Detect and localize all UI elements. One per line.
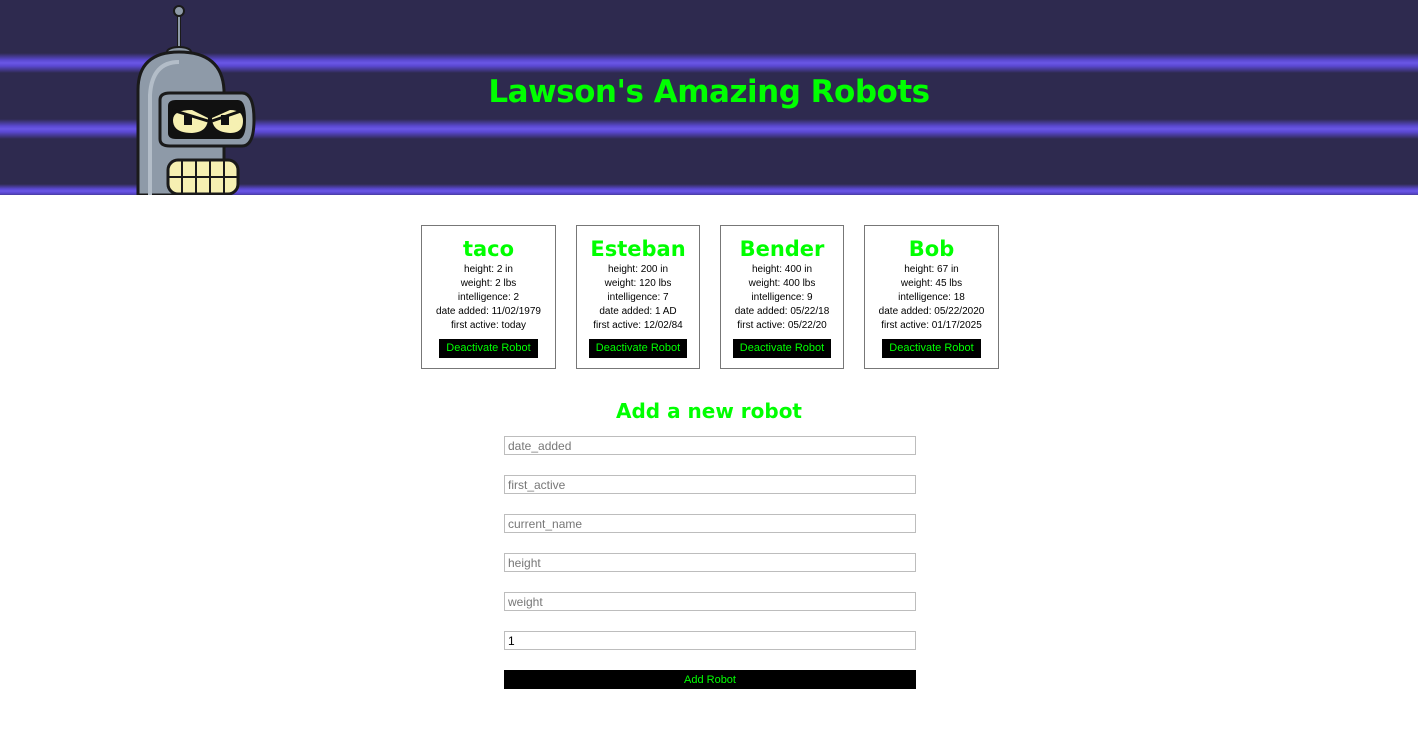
- page-title: Lawson's Amazing Robots: [488, 74, 930, 110]
- deactivate-robot-button[interactable]: Deactivate Robot: [882, 339, 981, 358]
- weight-input[interactable]: [504, 592, 916, 611]
- robot-name: Bob: [908, 237, 955, 261]
- robot-name: taco: [462, 237, 515, 261]
- deactivate-robot-button[interactable]: Deactivate Robot: [439, 339, 538, 358]
- robot-weight: weight: 45 lbs: [900, 278, 963, 289]
- robot-intelligence: intelligence: 7: [607, 292, 669, 303]
- date-added-input[interactable]: [504, 436, 916, 455]
- robot-height: height: 2 in: [464, 264, 513, 275]
- robot-intelligence: intelligence: 9: [751, 292, 813, 303]
- robot-weight: weight: 120 lbs: [604, 278, 672, 289]
- deactivate-robot-button[interactable]: Deactivate Robot: [732, 339, 832, 358]
- robot-date-added: date added: 05/22/18: [734, 306, 830, 317]
- first-active-input[interactable]: [504, 475, 916, 494]
- robot-first-active: first active: 01/17/2025: [881, 320, 982, 331]
- robot-card: Bender height: 400 in weight: 400 lbs in…: [720, 225, 844, 369]
- robot-first-active: first active: 05/22/20: [737, 320, 827, 331]
- robot-weight: weight: 400 lbs: [748, 278, 816, 289]
- add-robot-button[interactable]: Add Robot: [504, 670, 916, 689]
- robot-name: Bender: [739, 237, 825, 261]
- add-robot-title: Add a new robot: [616, 399, 802, 423]
- robot-first-active: first active: today: [450, 320, 527, 331]
- robot-card-list: taco height: 2 in weight: 2 lbs intellig…: [421, 225, 999, 369]
- height-input[interactable]: [504, 553, 916, 572]
- robot-card: Bob height: 67 in weight: 45 lbs intelli…: [864, 225, 999, 369]
- robot-intelligence: intelligence: 18: [898, 292, 965, 303]
- robot-date-added: date added: 05/22/2020: [878, 306, 985, 317]
- robot-first-active: first active: 12/02/84: [593, 320, 683, 331]
- robot-height: height: 200 in: [607, 264, 669, 275]
- robot-date-added: date added: 1 AD: [599, 306, 677, 317]
- robot-card: Esteban height: 200 in weight: 120 lbs i…: [576, 225, 700, 369]
- robot-card: taco height: 2 in weight: 2 lbs intellig…: [421, 225, 556, 369]
- robot-name: Esteban: [590, 237, 686, 261]
- robot-height: height: 67 in: [904, 264, 959, 275]
- deactivate-robot-button[interactable]: Deactivate Robot: [588, 339, 688, 358]
- current-name-input[interactable]: [504, 514, 916, 533]
- robot-intelligence: intelligence: 2: [457, 292, 520, 303]
- site-header: Lawson's Amazing Robots: [0, 0, 1418, 195]
- robot-date-added: date added: 11/02/1979: [436, 306, 541, 317]
- intelligence-input[interactable]: [504, 631, 916, 650]
- robot-weight: weight: 2 lbs: [460, 278, 517, 289]
- robot-height: height: 400 in: [751, 264, 813, 275]
